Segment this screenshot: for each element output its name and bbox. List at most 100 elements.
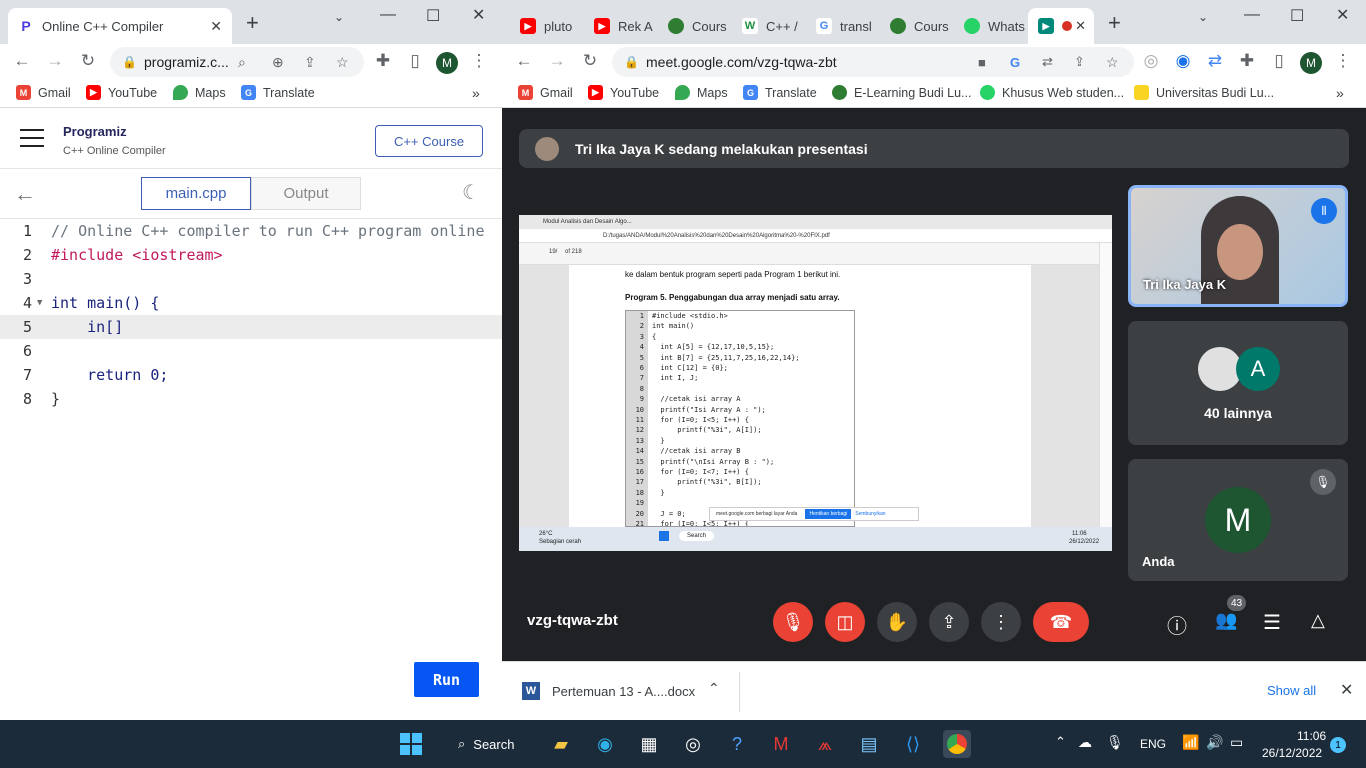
extension-icon-2[interactable]: ◉: [1172, 51, 1194, 71]
bookmark-elearning[interactable]: E-Learning Budi Lu...: [832, 85, 971, 100]
bookmark-youtube[interactable]: ▶ YouTube: [588, 85, 659, 100]
search-icon[interactable]: ⌕: [238, 54, 246, 71]
close-window-icon[interactable]: ✕: [1336, 5, 1349, 25]
close-window-icon[interactable]: ✕: [472, 5, 485, 25]
language-indicator[interactable]: ENG: [1140, 737, 1166, 751]
sidepanel-icon[interactable]: ▯: [404, 51, 426, 71]
mic-off-button[interactable]: 🎙: [773, 602, 813, 642]
cpp-course-button[interactable]: C++ Course: [375, 125, 483, 157]
close-tab-icon[interactable]: ✕: [1075, 18, 1086, 34]
extension-icon-1[interactable]: ◎: [1140, 51, 1162, 71]
mendeley-icon[interactable]: ⩕: [811, 730, 839, 758]
star-icon[interactable]: ☆: [336, 54, 349, 71]
notification-badge[interactable]: 1: [1330, 737, 1346, 753]
clock-date[interactable]: 26/12/2022: [1262, 746, 1322, 760]
code-editor[interactable]: 1 // Online C++ compiler to run C++ progr…: [0, 219, 502, 719]
tab-rek[interactable]: ▶ Rek A: [584, 8, 658, 44]
clock-time[interactable]: 11:06: [1297, 729, 1326, 743]
battery-icon[interactable]: ▭: [1230, 734, 1243, 751]
bookmark-universitas[interactable]: Universitas Budi Lu...: [1134, 85, 1274, 100]
address-bar[interactable]: 🔒 programiz.c... ⌕ ⊕ ⇪ ☆: [110, 47, 364, 77]
tab-whatsapp[interactable]: Whats: [954, 8, 1028, 44]
reload-icon[interactable]: ↻: [579, 51, 601, 71]
address-bar[interactable]: 🔒 meet.google.com/vzg-tqwa-zbt ■ G ⇄ ⇪ ☆: [612, 47, 1134, 77]
minimize-icon[interactable]: —: [380, 6, 396, 24]
bookmark-gmail[interactable]: M Gmail: [518, 85, 573, 100]
profile-avatar[interactable]: M: [436, 52, 458, 74]
reload-icon[interactable]: ↻: [77, 51, 99, 71]
extensions-icon[interactable]: ✚: [1236, 51, 1258, 71]
mcafee-icon[interactable]: M: [767, 730, 795, 758]
file-explorer-icon[interactable]: ▰: [547, 730, 575, 758]
hide-button[interactable]: Sembunyikan: [855, 511, 885, 517]
bookmark-gmail[interactable]: M Gmail: [16, 85, 71, 100]
tab-meet[interactable]: ▶ ✕: [1028, 8, 1094, 44]
tab-cpp[interactable]: W C++ /: [732, 8, 806, 44]
show-all-button[interactable]: Show all: [1267, 683, 1316, 698]
tab-online-compiler[interactable]: P Online C++ Compiler ✕: [8, 8, 232, 44]
more-options-button[interactable]: ⋮: [981, 602, 1021, 642]
github-icon[interactable]: ◎: [679, 730, 707, 758]
vscode-icon[interactable]: ⟨⟩: [899, 730, 927, 758]
people-icon[interactable]: 👥: [1215, 610, 1237, 631]
extensions-icon[interactable]: ✚: [372, 51, 394, 71]
back-icon[interactable]: ←: [11, 51, 33, 71]
present-button[interactable]: ⇪: [929, 602, 969, 642]
back-icon[interactable]: ←: [513, 51, 535, 71]
bookmark-maps[interactable]: Maps: [173, 85, 226, 100]
tab-course-1[interactable]: Cours: [658, 8, 732, 44]
profile-avatar[interactable]: M: [1300, 52, 1322, 74]
forward-icon[interactable]: →: [546, 51, 568, 71]
extension-translate-icon[interactable]: ⇄: [1204, 51, 1226, 71]
help-icon[interactable]: ?: [723, 730, 751, 758]
translate-icon[interactable]: ⇄: [1042, 54, 1053, 70]
close-download-bar-icon[interactable]: ✕: [1340, 680, 1353, 700]
maximize-icon[interactable]: ☐: [1290, 6, 1304, 26]
chevron-up-icon[interactable]: ⌃: [708, 680, 720, 697]
store-icon[interactable]: ▦: [635, 730, 663, 758]
share-icon[interactable]: ⇪: [304, 54, 316, 71]
zoom-icon[interactable]: ⊕: [272, 54, 284, 71]
bookmark-translate[interactable]: G Translate: [743, 85, 817, 100]
fold-icon[interactable]: ▼: [37, 298, 42, 308]
chevron-up-icon[interactable]: ⌃: [1055, 734, 1066, 750]
minimize-icon[interactable]: —: [1244, 6, 1260, 24]
camera-off-button[interactable]: ◫: [825, 602, 865, 642]
download-filename[interactable]: Pertemuan 13 - A....docx: [552, 684, 695, 699]
chrome-icon[interactable]: [943, 730, 971, 758]
notepad-icon[interactable]: ▤: [855, 730, 883, 758]
bookmark-maps[interactable]: Maps: [675, 85, 728, 100]
tile-others[interactable]: A 40 lainnya: [1128, 321, 1348, 445]
share-icon[interactable]: ⇪: [1074, 54, 1085, 70]
activities-icon[interactable]: △: [1311, 610, 1325, 631]
google-lens-icon[interactable]: G: [1010, 55, 1020, 70]
tile-presenter[interactable]: ⦀ Tri Ika Jaya K: [1128, 185, 1348, 307]
back-arrow-icon[interactable]: ←: [14, 181, 36, 207]
tile-self[interactable]: M 🎙 Anda: [1128, 459, 1348, 581]
wifi-icon[interactable]: 📶: [1182, 734, 1199, 751]
chevron-down-icon[interactable]: ⌄: [334, 10, 344, 24]
menu-icon[interactable]: ⋮: [468, 51, 490, 71]
new-tab-icon[interactable]: +: [1108, 10, 1121, 36]
tab-main-cpp[interactable]: main.cpp: [141, 177, 251, 210]
sidepanel-icon[interactable]: ▯: [1268, 51, 1290, 71]
volume-icon[interactable]: 🔊: [1206, 734, 1223, 751]
forward-icon[interactable]: →: [44, 51, 66, 71]
maximize-icon[interactable]: ☐: [426, 6, 440, 26]
tab-course-2[interactable]: Cours: [880, 8, 954, 44]
chevron-down-icon[interactable]: ⌄: [1198, 10, 1208, 24]
close-tab-icon[interactable]: ✕: [210, 18, 222, 35]
tab-pluto[interactable]: ▶ pluto: [510, 8, 584, 44]
leave-call-button[interactable]: ☎: [1033, 602, 1089, 642]
onedrive-icon[interactable]: ☁: [1078, 734, 1092, 751]
star-icon[interactable]: ☆: [1106, 54, 1119, 71]
windows-start-icon[interactable]: [397, 730, 425, 758]
raise-hand-button[interactable]: ✋: [877, 602, 917, 642]
microphone-icon[interactable]: 🎙: [1106, 734, 1124, 751]
menu-icon[interactable]: ⋮: [1332, 51, 1354, 71]
more-bookmarks-icon[interactable]: »: [472, 85, 480, 101]
dark-mode-icon[interactable]: ☾: [462, 180, 480, 205]
run-button[interactable]: Run: [414, 662, 479, 697]
stop-sharing-button[interactable]: Hentikan berbagi: [805, 509, 852, 519]
bookmark-translate[interactable]: G Translate: [241, 85, 315, 100]
